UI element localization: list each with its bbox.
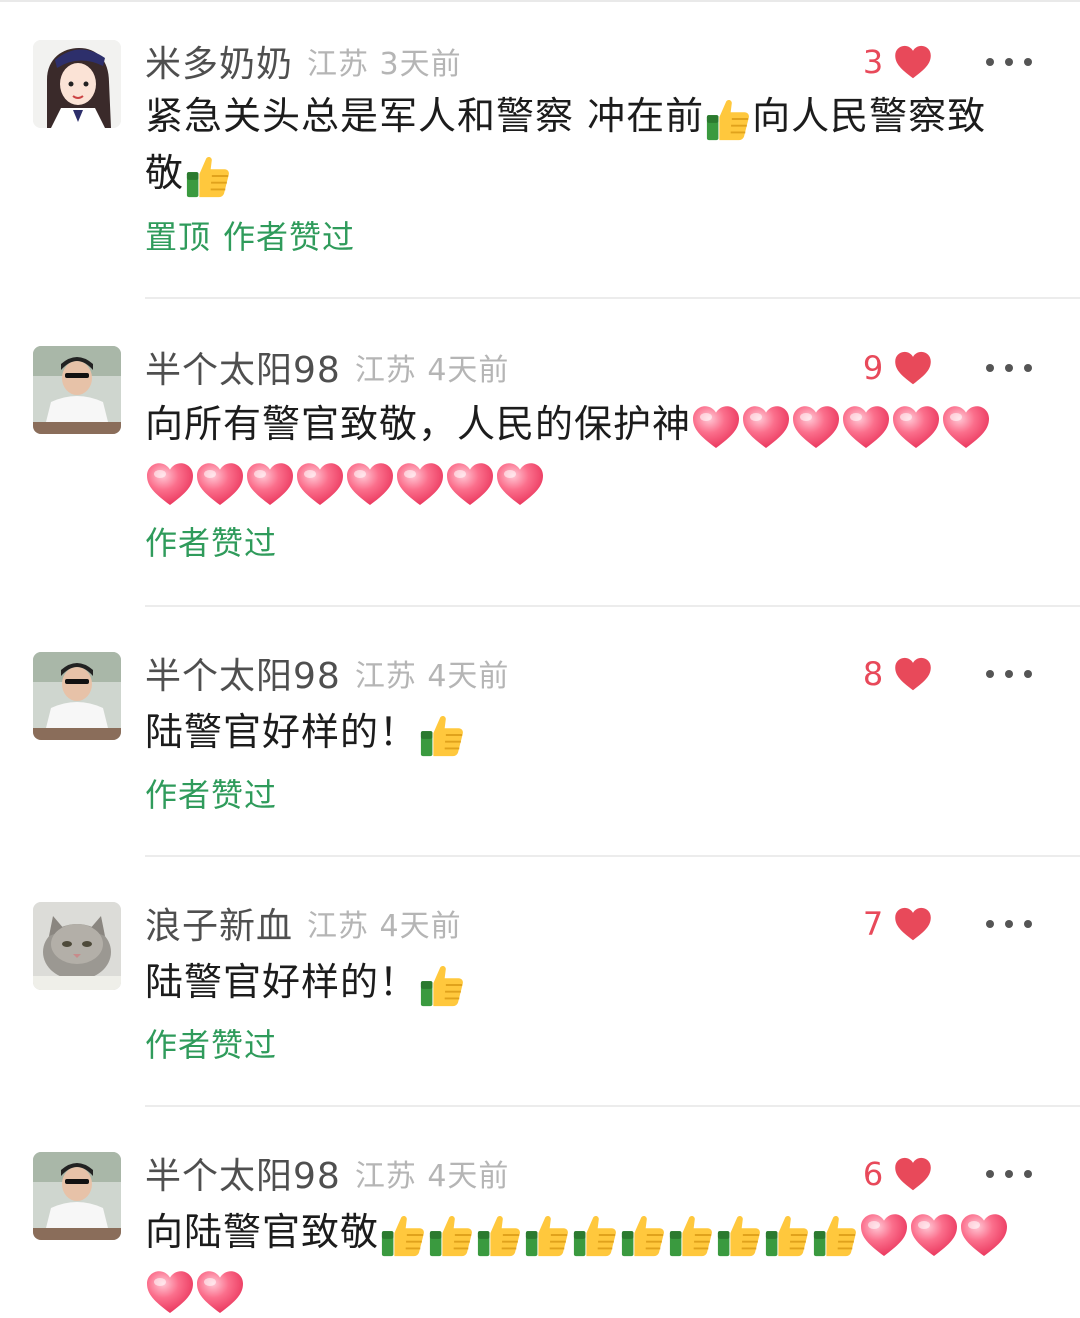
red-heart-emoji [942,405,990,449]
username[interactable]: 米多奶奶 [145,35,293,87]
thumbs-up-emoji [380,1212,426,1258]
red-heart-emoji [742,405,790,449]
thumbs-up-emoji [620,1212,666,1258]
more-icon[interactable] [986,40,1032,84]
avatar[interactable] [33,652,121,740]
author-liked-tag: 作者赞过 [145,1026,278,1064]
comment-text: 紧急关头总是军人和警察 冲在前 向人民警察致敬 [145,88,1025,202]
thumbs-up-emoji [419,962,465,1008]
comment-tags: 作者赞过 [145,1020,277,1066]
red-heart-emoji [146,462,194,506]
comment-divider [145,855,1080,857]
heart-icon[interactable] [894,45,932,79]
red-heart-emoji [860,1213,908,1257]
thumbs-up-emoji [524,1212,570,1258]
location-time: 江苏 3天前 [307,47,462,82]
like-count: 8 [862,655,884,693]
comment-divider [145,605,1080,607]
comment-meta: 半个太阳98 江苏 4天前 [145,1148,509,1198]
like-button[interactable]: 6 [858,1152,932,1196]
username[interactable]: 半个太阳98 [145,647,341,699]
red-heart-emoji [692,405,740,449]
red-heart-emoji [960,1213,1008,1257]
red-heart-emoji [792,405,840,449]
thumbs-up-emoji [572,1212,618,1258]
heart-icon[interactable] [894,351,932,385]
location-time: 江苏 4天前 [307,909,462,944]
red-heart-emoji [892,405,940,449]
location-time: 江苏 4天前 [354,353,510,388]
thumbs-up-emoji [185,153,231,199]
username[interactable]: 半个太阳98 [145,1147,341,1199]
like-count: 7 [862,905,884,943]
thumbs-up-emoji [419,712,465,758]
more-icon[interactable] [986,1152,1032,1196]
heart-icon[interactable] [894,1157,932,1191]
location-time: 江苏 4天前 [354,659,510,694]
red-heart-emoji [146,1270,194,1314]
avatar[interactable] [33,902,121,990]
pinned-tag: 置顶 [145,218,212,256]
more-icon[interactable] [986,902,1032,946]
username[interactable]: 浪子新血 [145,897,293,949]
like-button[interactable]: 9 [858,346,932,390]
red-heart-emoji [196,1270,244,1314]
red-heart-emoji [196,462,244,506]
more-icon[interactable] [986,652,1032,696]
comment-tags: 置顶 作者赞过 [145,212,355,258]
comment-text-segment: 紧急关头总是军人和警察 冲在前 [145,94,705,138]
comment-meta: 浪子新血 江苏 4天前 [145,898,462,948]
red-heart-emoji [446,462,494,506]
top-divider [0,0,1080,2]
comment-text-segment: 陆警官好样的！ [145,960,419,1004]
like-button[interactable]: 8 [858,652,932,696]
red-heart-emoji [910,1213,958,1257]
comment-text-segment: 向所有警官致敬，人民的保护神 [145,402,692,446]
like-count: 9 [862,349,884,387]
thumbs-up-emoji [716,1212,762,1258]
like-button[interactable]: 3 [858,40,932,84]
red-heart-emoji [346,462,394,506]
author-liked-tag: 作者赞过 [223,218,356,256]
red-heart-emoji [396,462,444,506]
comment-text: 向陆警官致敬 [145,1204,1025,1318]
avatar[interactable] [33,346,121,434]
heart-icon[interactable] [894,907,932,941]
location-time: 江苏 4天前 [354,1159,510,1194]
comment-text-segment: 陆警官好样的！ [145,710,419,754]
username[interactable]: 半个太阳98 [145,341,341,393]
thumbs-up-emoji [705,96,751,142]
author-liked-tag: 作者赞过 [145,776,278,814]
thumbs-up-emoji [428,1212,474,1258]
comment-text: 向所有警官致敬，人民的保护神 [145,396,1025,510]
comment-text: 陆警官好样的！ [145,954,1025,1011]
avatar[interactable] [33,40,121,128]
red-heart-emoji [496,462,544,506]
author-liked-tag: 作者赞过 [145,524,278,562]
comment-tags: 作者赞过 [145,518,277,564]
comment-meta: 米多奶奶 江苏 3天前 [145,36,462,86]
red-heart-emoji [246,462,294,506]
comment-text-segment: 向陆警官致敬 [145,1210,380,1254]
comment-divider [145,297,1080,299]
comment-meta: 半个太阳98 江苏 4天前 [145,342,509,392]
more-icon[interactable] [986,346,1032,390]
thumbs-up-emoji [668,1212,714,1258]
avatar[interactable] [33,1152,121,1240]
heart-icon[interactable] [894,657,932,691]
comment-meta: 半个太阳98 江苏 4天前 [145,648,509,698]
comment-tags: 作者赞过 [145,770,277,816]
thumbs-up-emoji [764,1212,810,1258]
thumbs-up-emoji [476,1212,522,1258]
red-heart-emoji [296,462,344,506]
comment-text: 陆警官好样的！ [145,704,1025,761]
like-button[interactable]: 7 [858,902,932,946]
like-count: 6 [862,1155,884,1193]
thumbs-up-emoji [812,1212,858,1258]
comment-divider [145,1105,1080,1107]
red-heart-emoji [842,405,890,449]
like-count: 3 [862,43,884,81]
